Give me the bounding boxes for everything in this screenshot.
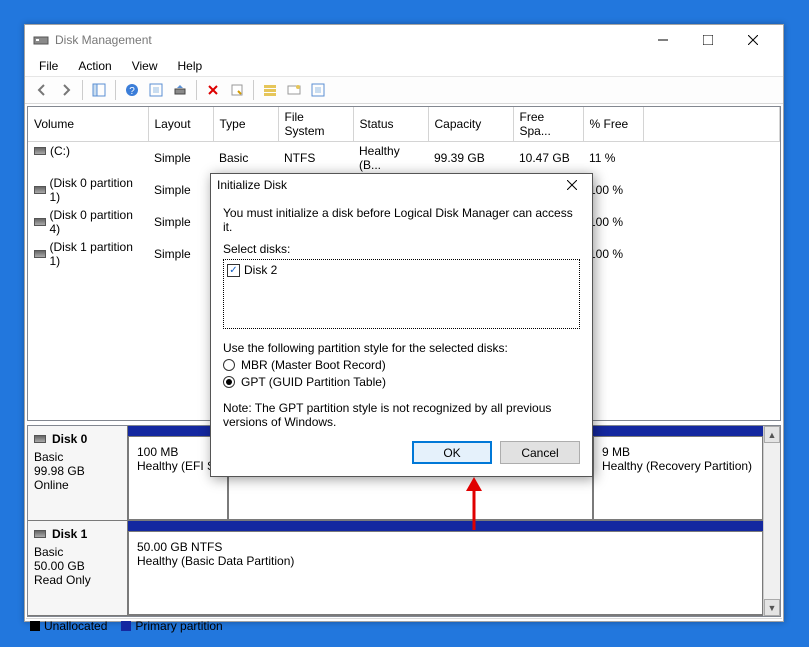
disk-label-1: Disk 1 Basic 50.00 GB Read Only [28,521,128,615]
delete-button[interactable] [202,79,224,101]
unallocated-swatch [30,621,40,631]
titlebar: Disk Management [25,25,783,55]
col-volume[interactable]: Volume [28,107,148,142]
drive-icon [34,435,46,443]
disk-row-1[interactable]: Disk 1 Basic 50.00 GB Read Only 50.00 GB… [28,521,763,616]
disk-item-label: Disk 2 [244,263,277,277]
show-hide-tree-button[interactable] [88,79,110,101]
drive-icon [34,186,46,194]
col-status[interactable]: Status [353,107,428,142]
graphical-view-button[interactable] [283,79,305,101]
legend: Unallocated Primary partition [26,618,782,633]
maximize-button[interactable] [685,26,730,54]
initialize-disk-dialog: Initialize Disk You must initialize a di… [210,173,593,477]
radio-unchecked-icon [223,359,235,371]
drive-icon [34,218,46,226]
col-filesystem[interactable]: File System [278,107,353,142]
disk-label-0: Disk 0 Basic 99.98 GB Online [28,426,128,520]
col-type[interactable]: Type [213,107,278,142]
radio-mbr[interactable]: MBR (Master Boot Record) [223,358,580,372]
select-disks-label: Select disks: [223,242,580,256]
dialog-note: Note: The GPT partition style is not rec… [223,401,580,429]
dialog-title: Initialize Disk [217,178,558,192]
close-button[interactable] [730,26,775,54]
refresh-button[interactable] [145,79,167,101]
col-pctfree[interactable]: % Free [583,107,643,142]
help-button[interactable]: ? [121,79,143,101]
close-icon [567,180,577,190]
col-layout[interactable]: Layout [148,107,213,142]
partition-style-label: Use the following partition style for th… [223,341,580,355]
drive-icon [34,530,46,538]
disk-checkbox-row[interactable]: ✓ Disk 2 [227,263,576,277]
window-title: Disk Management [33,32,640,48]
ok-button[interactable]: OK [412,441,492,464]
partition[interactable]: 9 MB Healthy (Recovery Partition) [593,436,763,520]
partition[interactable]: 50.00 GB NTFS Healthy (Basic Data Partit… [128,531,763,615]
drive-icon [34,147,46,155]
disk-selection-list[interactable]: ✓ Disk 2 [223,259,580,329]
settings-button[interactable] [307,79,329,101]
radio-checked-icon [223,376,235,388]
menu-view[interactable]: View [122,57,168,75]
menu-file[interactable]: File [29,57,68,75]
radio-gpt[interactable]: GPT (GUID Partition Table) [223,375,580,389]
back-button[interactable] [31,79,53,101]
primary-label: Primary partition [135,619,222,633]
vertical-scrollbar[interactable]: ▲ ▼ [763,426,780,616]
primary-swatch [121,621,131,631]
unallocated-label: Unallocated [44,619,107,633]
dialog-close-button[interactable] [558,175,586,195]
menu-help[interactable]: Help [168,57,213,75]
drive-icon [34,250,46,258]
col-freespace[interactable]: Free Spa... [513,107,583,142]
minimize-button[interactable] [640,26,685,54]
checkbox-checked-icon[interactable]: ✓ [227,264,240,277]
dialog-instruction: You must initialize a disk before Logica… [223,206,580,234]
app-icon [33,32,49,48]
forward-button[interactable] [55,79,77,101]
rescan-disks-button[interactable] [169,79,191,101]
properties-button[interactable] [226,79,248,101]
svg-text:?: ? [129,86,135,97]
cancel-button[interactable]: Cancel [500,441,580,464]
table-row[interactable]: (C:)SimpleBasicNTFSHealthy (B...99.39 GB… [28,142,780,175]
volume-list-button[interactable] [259,79,281,101]
scroll-up-button[interactable]: ▲ [764,426,780,443]
toolbar: ? [25,76,783,104]
menubar: File Action View Help [25,55,783,76]
col-capacity[interactable]: Capacity [428,107,513,142]
menu-action[interactable]: Action [68,57,121,75]
scroll-down-button[interactable]: ▼ [764,599,780,616]
